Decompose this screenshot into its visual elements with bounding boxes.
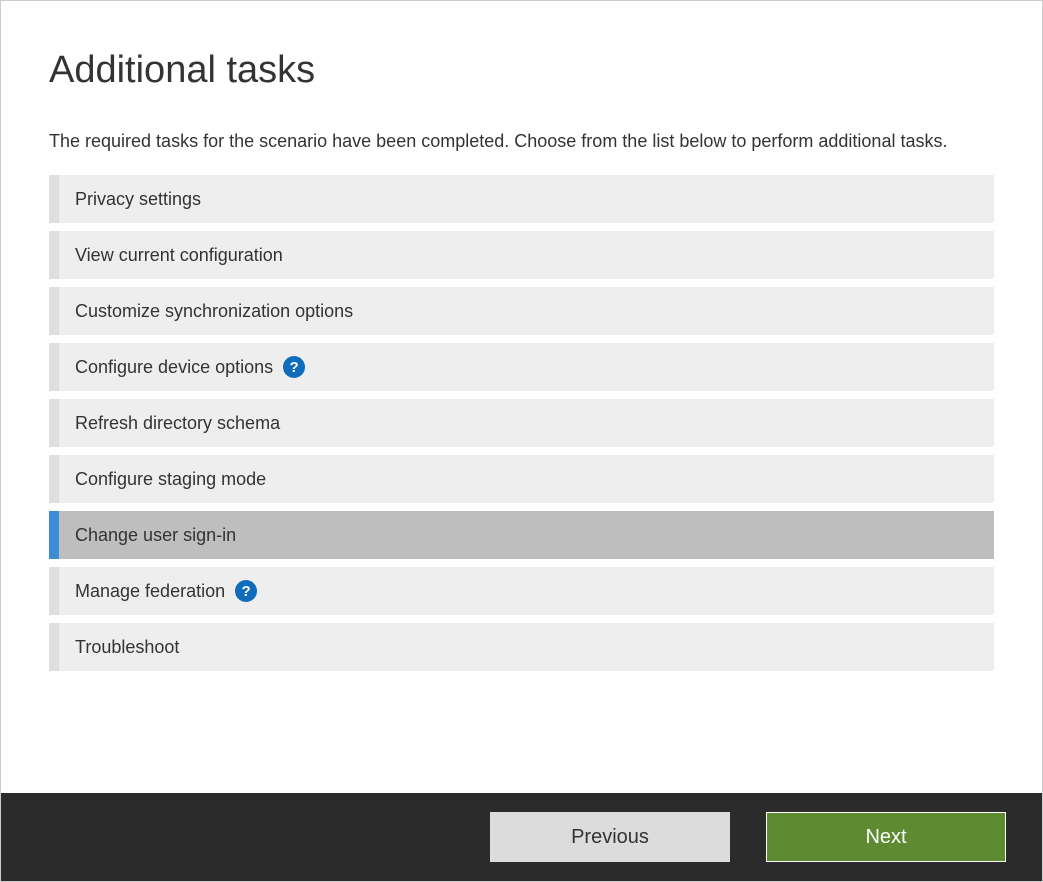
task-label: Troubleshoot: [59, 637, 179, 658]
task-label: Configure staging mode: [59, 469, 266, 490]
task-item-troubleshoot[interactable]: Troubleshoot: [49, 623, 994, 671]
task-indicator: [49, 567, 59, 615]
main-content: Additional tasks The required tasks for …: [1, 1, 1042, 671]
task-item-configure-device-options[interactable]: Configure device options?: [49, 343, 994, 391]
task-indicator: [49, 511, 59, 559]
task-indicator: [49, 287, 59, 335]
task-item-customize-synchronization-options[interactable]: Customize synchronization options: [49, 287, 994, 335]
task-item-configure-staging-mode[interactable]: Configure staging mode: [49, 455, 994, 503]
task-label: Configure device options: [59, 357, 273, 378]
previous-button[interactable]: Previous: [490, 812, 730, 862]
footer-bar: Previous Next: [1, 793, 1042, 881]
task-label: Manage federation: [59, 581, 225, 602]
task-indicator: [49, 455, 59, 503]
page-title: Additional tasks: [49, 49, 994, 92]
task-indicator: [49, 231, 59, 279]
next-button[interactable]: Next: [766, 812, 1006, 862]
task-indicator: [49, 399, 59, 447]
task-item-view-current-configuration[interactable]: View current configuration: [49, 231, 994, 279]
help-icon[interactable]: ?: [283, 356, 305, 378]
help-icon[interactable]: ?: [235, 580, 257, 602]
task-item-privacy-settings[interactable]: Privacy settings: [49, 175, 994, 223]
task-label: Change user sign-in: [59, 525, 236, 546]
task-label: Privacy settings: [59, 189, 201, 210]
task-item-refresh-directory-schema[interactable]: Refresh directory schema: [49, 399, 994, 447]
task-list: Privacy settings View current configurati…: [49, 175, 994, 671]
task-item-change-user-sign-in[interactable]: Change user sign-in: [49, 511, 994, 559]
task-label: View current configuration: [59, 245, 283, 266]
task-indicator: [49, 623, 59, 671]
task-label: Refresh directory schema: [59, 413, 280, 434]
task-item-manage-federation[interactable]: Manage federation?: [49, 567, 994, 615]
task-indicator: [49, 343, 59, 391]
task-indicator: [49, 175, 59, 223]
task-label: Customize synchronization options: [59, 301, 353, 322]
page-description: The required tasks for the scenario have…: [49, 128, 994, 155]
